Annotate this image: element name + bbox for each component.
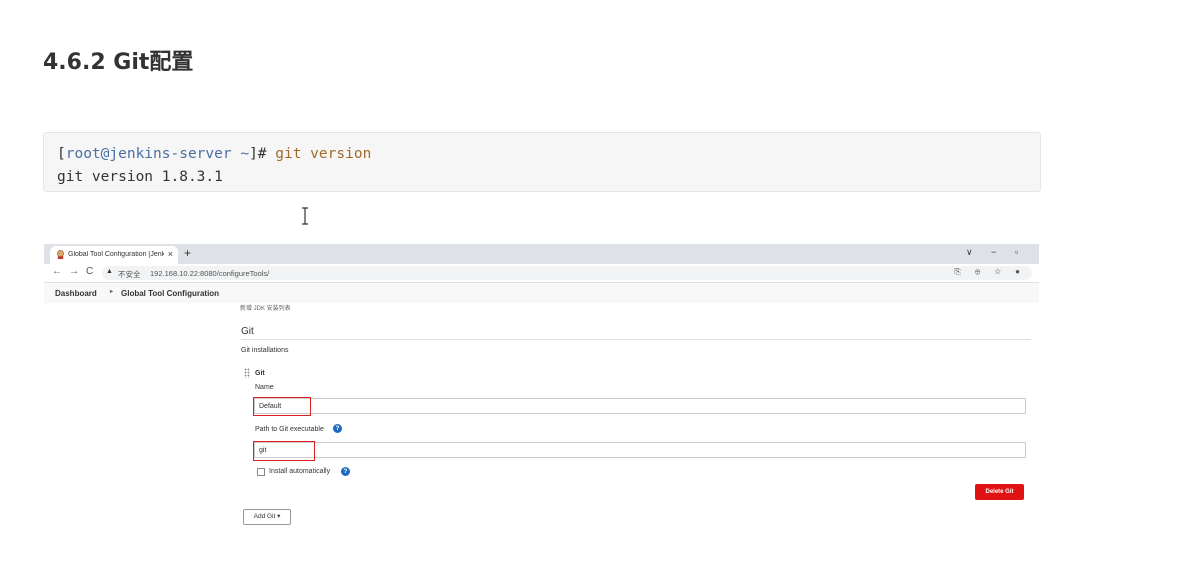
name-input[interactable]: Default <box>254 398 1026 414</box>
breadcrumb: Dashboard ▸ Global Tool Configuration <box>44 283 1039 303</box>
warning-icon: ▲ <box>106 268 113 275</box>
clipped-text: 新增 JDK 安装列表 <box>240 306 291 312</box>
breadcrumb-global-tool-config[interactable]: Global Tool Configuration <box>121 289 219 298</box>
section-heading: 4.6.2 Git配置 <box>43 50 194 75</box>
path-help-icon[interactable]: ? <box>333 424 342 433</box>
text-cursor-icon <box>302 207 308 225</box>
code-line-2: git version 1.8.3.1 <box>57 169 223 185</box>
prompt-user: root@jenkins-server ~ <box>65 146 250 162</box>
prompt-bracket-close: ]# <box>249 146 276 162</box>
prompt-command: git version <box>275 146 372 162</box>
section-divider <box>241 339 1031 340</box>
minimize-icon[interactable]: − <box>991 247 996 257</box>
new-tab-icon[interactable]: + <box>184 246 191 260</box>
tab-search-icon[interactable]: ∨ <box>966 247 973 258</box>
path-input[interactable]: git <box>254 442 1026 458</box>
code-line-1: [root@jenkins-server ~]# git version <box>57 143 1040 166</box>
add-git-button[interactable]: Add Git ▾ <box>243 509 291 525</box>
url-text: 192.168.10.22:8080/configureTools/ <box>150 269 270 278</box>
install-automatically-checkbox[interactable] <box>257 468 265 476</box>
path-highlight-box <box>253 441 315 461</box>
address-bar-icons[interactable]: ⎘ ⊕ ☆ ● <box>954 267 1026 277</box>
browser-tab[interactable]: Global Tool Configuration [Jenkins] × <box>50 246 178 264</box>
prompt-bracket-open: [ <box>57 146 66 162</box>
tab-close-icon[interactable]: × <box>168 249 173 259</box>
name-highlight-box <box>253 397 311 416</box>
jenkins-screenshot: Global Tool Configuration [Jenkins] × + … <box>44 244 1039 529</box>
reload-icon[interactable]: C <box>86 266 93 277</box>
git-item-title: Git <box>255 370 265 377</box>
address-bar: ← → C ▲ 不安全 192.168.10.22:8080/configure… <box>44 264 1039 283</box>
url-input[interactable]: ▲ 不安全 192.168.10.22:8080/configureTools/… <box>102 266 1032 280</box>
breadcrumb-dashboard[interactable]: Dashboard <box>55 289 97 298</box>
back-icon[interactable]: ← <box>52 266 62 277</box>
install-automatically-label: Install automatically <box>269 468 331 475</box>
code-block: [root@jenkins-server ~]# git version git… <box>43 132 1041 192</box>
insecure-label: 不安全 <box>118 270 141 279</box>
delete-git-button[interactable]: Delete Git <box>975 484 1024 500</box>
name-label: Name <box>255 384 274 391</box>
restore-icon[interactable]: ▫ <box>1015 247 1018 257</box>
drag-handle-icon[interactable] <box>244 368 250 378</box>
browser-tab-bar: Global Tool Configuration [Jenkins] × + … <box>44 244 1039 264</box>
forward-icon[interactable]: → <box>69 266 79 277</box>
tab-title: Global Tool Configuration [Jenkins] <box>68 251 164 258</box>
git-installations-label: Git installations <box>241 347 289 354</box>
path-label: Path to Git executable <box>255 426 324 433</box>
install-help-icon[interactable]: ? <box>341 467 350 476</box>
breadcrumb-chevron-icon: ▸ <box>110 289 114 295</box>
jenkins-favicon-icon <box>57 250 64 259</box>
git-section-title: Git <box>241 326 254 337</box>
